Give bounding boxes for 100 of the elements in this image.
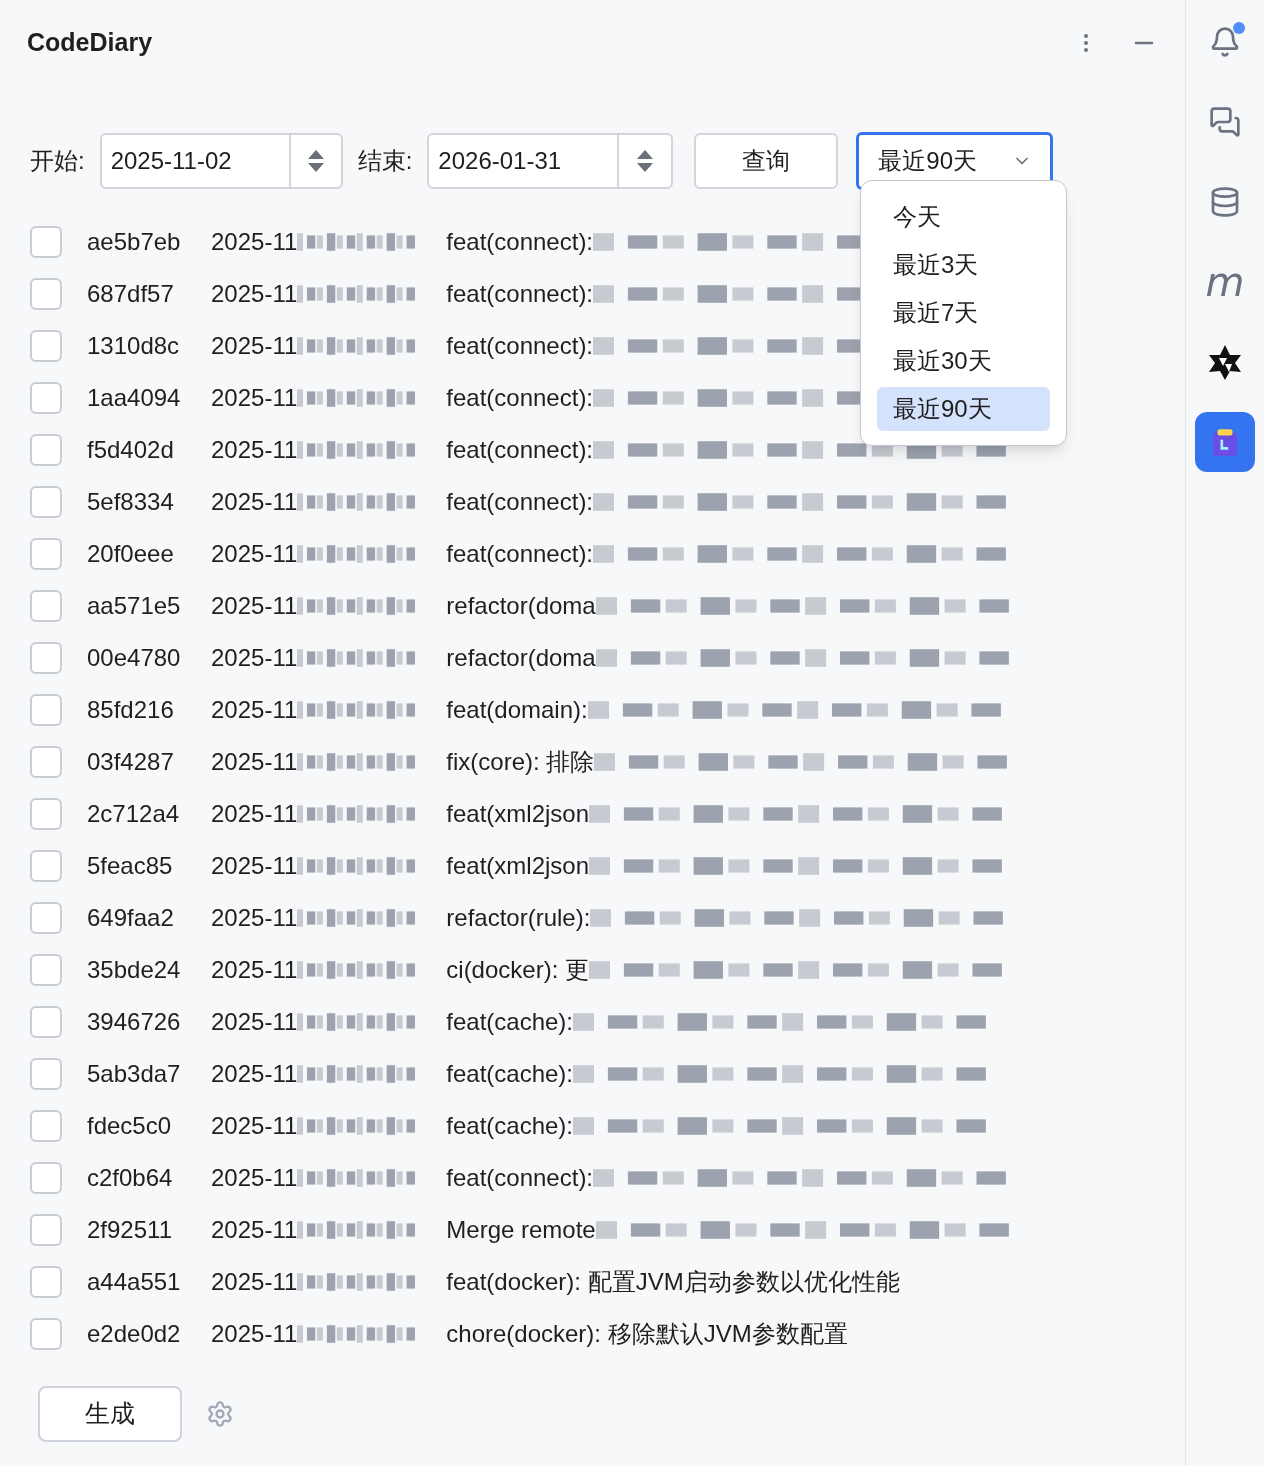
commit-message: feat(connect): — [446, 279, 594, 309]
commit-date: 2025-11 — [211, 695, 298, 725]
commit-date: 2025-11 — [211, 1111, 298, 1141]
commit-hash: fdec5c0 — [87, 1111, 173, 1141]
commit-message: feat(cache): — [446, 1007, 574, 1037]
commit-hash: 00e4780 — [87, 643, 182, 673]
commit-date: 2025-11 — [211, 903, 298, 933]
commit-message: feat(connect): — [446, 435, 594, 465]
generate-button[interactable]: 生成 — [38, 1386, 182, 1442]
commit-date: 2025-11 — [211, 487, 298, 517]
commit-message: refactor(doma — [446, 643, 596, 673]
commit-hash: 35bde24 — [87, 955, 182, 985]
commit-hash: 2f92511 — [87, 1215, 173, 1245]
end-label: 结束: — [357, 146, 413, 176]
commit-date: 2025-11 — [211, 1007, 298, 1037]
commit-message: feat(connect): — [446, 383, 594, 413]
checkbox[interactable] — [30, 1162, 62, 1194]
commit-hash: c2f0b64 — [87, 1163, 174, 1193]
commit-date: 2025-11 — [211, 591, 298, 621]
commit-date: 2025-11 — [211, 643, 298, 673]
commit-message: refactor(rule): — [446, 903, 591, 933]
commit-date: 2025-11 — [211, 227, 298, 257]
commit-hash: f5d402d — [87, 435, 175, 465]
commit-hash: e2de0d2 — [87, 1319, 182, 1349]
checkbox[interactable] — [30, 1110, 62, 1142]
commit-message: feat(cache): — [446, 1111, 574, 1141]
sidebar-button[interactable]: m — [1195, 252, 1255, 312]
query-button[interactable]: 查询 — [694, 133, 839, 189]
commit-hash: 649faa2 — [87, 903, 175, 933]
commit-message: fix(core): 排除 — [446, 747, 595, 777]
checkbox[interactable] — [30, 1214, 62, 1246]
commit-hash: 85fd216 — [87, 695, 175, 725]
range-option[interactable]: 最近7天 — [877, 291, 1050, 335]
commit-date: 2025-11 — [211, 955, 298, 985]
commit-date: 2025-11 — [211, 1215, 298, 1245]
commit-date: 2025-11 — [211, 1059, 298, 1089]
checkbox[interactable] — [30, 694, 62, 726]
chat-icon — [1209, 106, 1241, 138]
bell-icon — [1209, 26, 1241, 58]
commit-hash: 20f0eee — [87, 539, 175, 569]
checkbox[interactable] — [30, 382, 62, 414]
panel-title: CodeDiary — [27, 27, 153, 59]
commit-hash: 5ef8334 — [87, 487, 175, 517]
commit-date: 2025-11 — [211, 1163, 298, 1193]
commit-message: chore(docker): 移除默认JVM参数配置 — [446, 1319, 848, 1349]
commit-message: feat(xml2json — [446, 799, 590, 829]
commit-hash: aa571e5 — [87, 591, 182, 621]
checkbox[interactable] — [30, 1318, 62, 1350]
checkbox[interactable] — [30, 642, 62, 674]
commit-hash: 5feac85 — [87, 851, 174, 881]
checkbox[interactable] — [30, 746, 62, 778]
checkbox[interactable] — [30, 798, 62, 830]
commit-message: feat(xml2json — [446, 851, 590, 881]
range-option[interactable]: 最近90天 — [877, 387, 1050, 431]
commit-hash: 03f4287 — [87, 747, 175, 777]
letter-logo: m — [1205, 262, 1245, 302]
commit-message: feat(connect): — [446, 227, 594, 257]
range-option[interactable]: 最近3天 — [877, 243, 1050, 287]
checkbox[interactable] — [30, 590, 62, 622]
database-icon — [1209, 186, 1241, 218]
commit-message: feat(connect): — [446, 1163, 594, 1193]
commit-hash: 1aa4094 — [87, 383, 182, 413]
checkbox[interactable] — [30, 1006, 62, 1038]
commit-hash: 3946726 — [87, 1007, 182, 1037]
checkbox[interactable] — [30, 486, 62, 518]
commit-date: 2025-11 — [211, 435, 298, 465]
range-option[interactable]: 最近30天 — [877, 339, 1050, 383]
commit-hash: 2c712a4 — [87, 799, 181, 829]
commit-message: refactor(doma — [446, 591, 596, 621]
checkbox[interactable] — [30, 954, 62, 986]
checkbox[interactable] — [30, 902, 62, 934]
checkbox[interactable] — [30, 330, 62, 362]
commit-date: 2025-11 — [211, 539, 298, 569]
checkbox[interactable] — [30, 1266, 62, 1298]
checkbox[interactable] — [30, 1058, 62, 1090]
commit-message: feat(domain): — [446, 695, 588, 725]
commit-message: feat(connect): — [446, 539, 594, 569]
commit-date: 2025-11 — [211, 331, 298, 361]
start-label: 开始: — [30, 146, 85, 176]
checkbox[interactable] — [30, 850, 62, 882]
checkbox[interactable] — [30, 278, 62, 310]
commit-date: 2025-11 — [211, 1319, 298, 1349]
spinner-icon[interactable] — [635, 148, 656, 174]
commit-date: 2025-11 — [211, 747, 298, 777]
range-option[interactable]: 今天 — [877, 195, 1050, 239]
settings-icon[interactable] — [206, 1400, 234, 1428]
spinner-icon[interactable] — [305, 148, 326, 174]
commit-message: feat(cache): — [446, 1059, 574, 1089]
commit-hash: 1310d8c — [87, 331, 181, 361]
commit-message: feat(connect): — [446, 487, 594, 517]
start-date-field[interactable]: 2025-11-02 — [99, 133, 343, 189]
checkbox[interactable] — [30, 434, 62, 466]
commit-hash: a44a551 — [87, 1267, 182, 1297]
commit-hash: ae5b7eb — [87, 227, 182, 257]
end-date-field[interactable]: 2026-01-31 — [427, 133, 674, 189]
checkbox[interactable] — [30, 226, 62, 258]
checkbox[interactable] — [30, 538, 62, 570]
commit-date: 2025-11 — [211, 279, 298, 309]
commit-date: 2025-11 — [211, 1267, 298, 1297]
commit-message: feat(docker): 配置JVM启动参数以优化性能 — [446, 1267, 900, 1297]
